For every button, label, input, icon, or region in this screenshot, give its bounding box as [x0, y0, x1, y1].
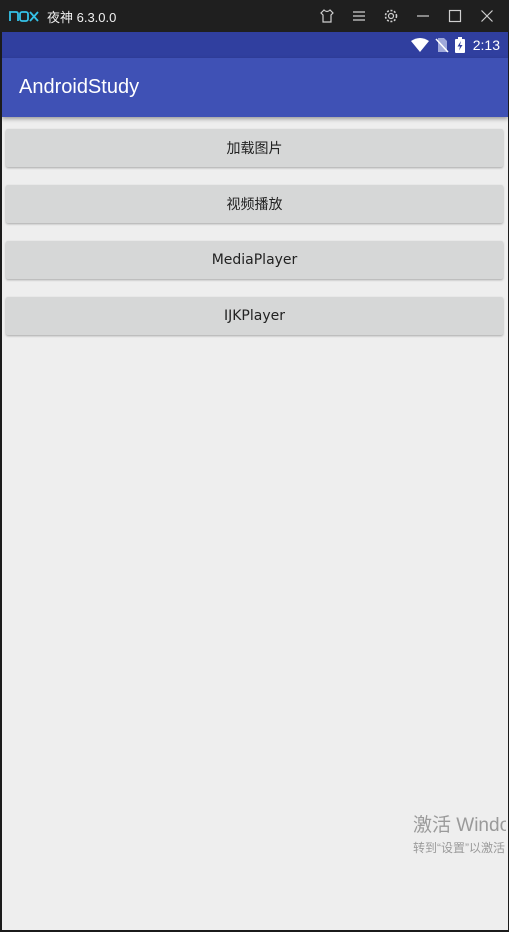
watermark-subtitle: 转到“设置”以激活 Windows。: [413, 841, 506, 855]
emulator-title: 夜神 6.3.0.0: [47, 9, 117, 25]
nox-logo: [9, 11, 39, 22]
no-sim-icon: [435, 38, 449, 53]
app-title: AndroidStudy: [19, 76, 140, 98]
mediaplayer-button[interactable]: MediaPlayer: [6, 241, 503, 279]
status-bar: 2:13: [2, 32, 508, 58]
wifi-icon: [410, 38, 429, 52]
minimize-icon[interactable]: [407, 0, 439, 32]
status-time: 2:13: [472, 37, 500, 53]
gear-icon[interactable]: [375, 0, 407, 32]
emulator-title-bar: 夜神 6.3.0.0: [0, 0, 509, 32]
phone-screen: 2:13 AndroidStudy 加载图片 视频播放 MediaPlayer …: [2, 32, 508, 930]
ijkplayer-button[interactable]: IJKPlayer: [6, 297, 503, 335]
close-icon[interactable]: [471, 0, 503, 32]
video-play-button[interactable]: 视频播放: [6, 185, 503, 223]
app-bar: AndroidStudy: [2, 58, 508, 117]
maximize-icon[interactable]: [439, 0, 471, 32]
load-image-button[interactable]: 加载图片: [6, 129, 503, 167]
windows-activation-watermark: 激活 Windows 转到“设置”以激活 Windows。: [413, 815, 506, 857]
shirt-icon[interactable]: [311, 0, 343, 32]
watermark-title: 激活 Windows: [413, 815, 506, 836]
menu-icon[interactable]: [343, 0, 375, 32]
battery-charging-icon: [454, 37, 465, 53]
